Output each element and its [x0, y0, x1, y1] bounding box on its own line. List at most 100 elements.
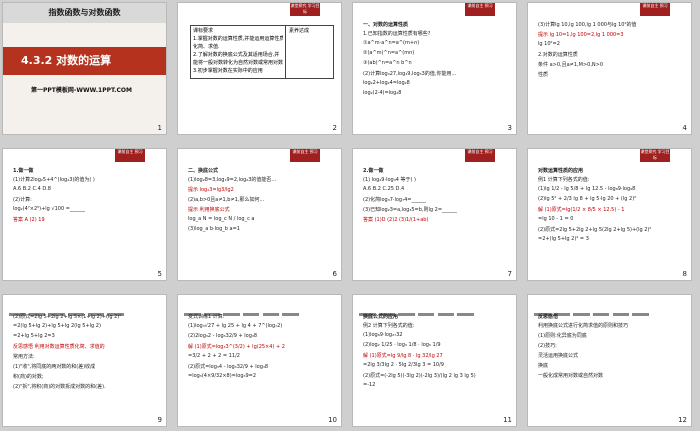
- slide-text-line: 2.对数的运算性质: [538, 52, 578, 58]
- slide-text-line: (2)计算:: [13, 197, 32, 203]
- slide-section-badge: 课前自主 预习: [640, 3, 670, 16]
- slide-number: 2: [332, 124, 337, 132]
- slide-text-line: 例2 计算下列各式的值:: [363, 323, 415, 329]
- slide-text-line: 利用换底公式进行化简求值的原则和技巧: [538, 323, 629, 329]
- slide-text-line: (2)"拆",将积(商)的对数拆成对数的和(差).: [13, 384, 106, 390]
- slide-text-line: 积(商)的对数;: [13, 374, 44, 380]
- slide-thumbnail-12[interactable]: 反思感悟利用换底公式进行化简求值的原则和技巧 (1)原则:化异底为同底 (2)技巧:…: [527, 294, 692, 427]
- slide-number: 4: [682, 124, 687, 132]
- slide-text-line: 1.已知指数的运算性质有哪些?: [363, 31, 431, 37]
- slide-nav-tabs: [359, 301, 510, 316]
- slide-section-badge: 课前自主 预习: [290, 149, 320, 162]
- slide-text-line: 灵活运用换底公式: [538, 353, 579, 359]
- slide-thumbnail-8[interactable]: 课堂探究 学习目标对数运算性质的应用 例1 计算下列各式的值: (1)lg 1/2 …: [527, 148, 692, 281]
- slide-text-line: 提示 log₂3=lg3/lg2: [188, 187, 234, 193]
- slide-number: 6: [332, 270, 337, 278]
- slide-text-line: (2)2log₃2 - log₃32/9 + log₃8: [188, 333, 258, 339]
- slide-section-badge: 课前自主 预习: [115, 149, 145, 162]
- slide-text-line: =-12: [363, 382, 376, 388]
- slide-text-line: 答案 A (2) 19: [13, 217, 45, 223]
- slide-text-line: =2+lg 5+lg 2=3: [13, 333, 55, 339]
- slide-text-line: ③(ab)^n=a^n b^n: [363, 60, 412, 66]
- slide-text-line: 解 (1)原式=lg 9/lg 8 · lg 32/lg 27: [363, 353, 443, 359]
- slide-text-line: (1)lg 1/2 - lg 5/8 + lg 12.5 - log₈9·log…: [538, 186, 636, 192]
- slide-number: 5: [157, 270, 162, 278]
- slide-text-line: A.6 B.2 C.25 D.4: [363, 186, 405, 192]
- slide-text-line: (2)原式=2lg 5+2lg 2+lg 5(2lg 2+lg 5)+(lg 2…: [538, 227, 652, 233]
- slide-thumbnail-1[interactable]: 指数函数与对数函数 4.3.2 对数的运算第一PPT模板网-WWW.1PPT.CO…: [2, 2, 167, 135]
- slide-text-line: (2)log₂ 1/25 · log₃ 1/8 · log₅ 1/9: [363, 342, 441, 348]
- slide-thumbnail-4[interactable]: 课前自主 预习 (3)计算lg 10,lg 100,lg 1 000与lg 10²…: [527, 2, 692, 135]
- slide-thumbnail-3[interactable]: 课前自主 预习 一、对数的运算性质 1.已知指数的运算性质有哪些? ①a^m·a^n=…: [352, 2, 517, 135]
- slide-text-line: =log₃(4×9/32×8)=log₃9=2: [188, 373, 257, 379]
- slide-text-line: (2)a,b>0且a≠1,b≠1,那么如何...: [188, 197, 265, 203]
- slide-text-line: 提示 利用换底公式: [188, 207, 230, 213]
- slide-thumbnail-9[interactable]: (2)原式=2lg 5+2lg 2+lg 5×(1+lg 2)+(lg 2)² =…: [2, 294, 167, 427]
- slide-header-title: 指数函数与对数函数: [3, 3, 166, 23]
- slide-text-line: =lg 10 - 1 = 0: [538, 216, 574, 222]
- slide-text-line: A.6 B.2 C.4 D.8: [13, 186, 51, 192]
- slide-heading: 二、换底公式: [188, 168, 219, 174]
- slide-text-line: 答案 (1)D (2)2 (3)1/(1+ab): [363, 217, 429, 223]
- slide-text-line: log₂2+log₂4=log₂8: [363, 80, 410, 86]
- slide-text-line: log₂(2·4)=log₂8: [363, 90, 402, 96]
- slide-text-line: 例1 计算下列各式的值:: [538, 177, 590, 183]
- slide-thumbnail-10[interactable]: 变式训练1 计算: (1)log₃√27 + lg 25 + lg 4 + 7^(…: [177, 294, 342, 427]
- slide-text-line: (2)原式=log₃4 - log₃32/9 + log₃8: [188, 364, 269, 370]
- slide-heading: 1.做一做: [13, 168, 34, 174]
- slide-nav-tabs: [534, 301, 685, 316]
- slide-text-line: log₂(4⁷×2⁵)+lg √100 =______: [13, 206, 85, 212]
- slide-text-line: (1)log₈9·log₂₇32: [363, 332, 403, 338]
- slide-text-line: 常用方法:: [13, 354, 35, 360]
- slide-text-line: 变式训练1 计算:: [188, 314, 225, 320]
- slide-text-line: 性质: [538, 72, 549, 78]
- slide-text-line: (2)计算log₃27,log₃9,log₃3的值,你能用...: [363, 71, 457, 77]
- slide-nav-tabs: [184, 301, 335, 316]
- slide-text-line: 解 (1)原式=log₃3^(3/2) + lg(25×4) + 2: [188, 344, 285, 350]
- slide-number: 7: [507, 270, 512, 278]
- slide-title-band: 4.3.2 对数的运算: [3, 47, 166, 75]
- slide-text-line: (2)原式=2lg 5+2lg 2+lg 5×(1+lg 2)+(lg 2)²: [13, 314, 122, 320]
- slide-heading: 反思感悟: [538, 314, 559, 320]
- slide-text-line: 解 (1)原式=lg(1/2 × 8/5 × 12.5) - 1: [538, 207, 625, 213]
- slide-text-line: 反思感悟 利用对数运算性质化简、求值的: [13, 344, 105, 350]
- slide-number: 12: [678, 416, 687, 424]
- slide-thumbnail-2[interactable]: 课堂探究 学习目标 课标要求 素养达成 1.掌握对数的运算性质,并能运用运算性质 化简、…: [177, 2, 342, 135]
- slide-number: 11: [503, 416, 512, 424]
- slide-text-line: 条件 a>0,且a≠1,M>0,N>0: [538, 62, 604, 68]
- slide-footer: 第一PPT模板网-WWW.1PPT.COM: [31, 87, 132, 94]
- slide-thumbnail-11[interactable]: 换底公式的应用例2 计算下列各式的值: (1)log₈9·log₂₇32 (2)lo…: [352, 294, 517, 427]
- slide-section-badge: 课堂探究 学习目标: [640, 149, 670, 162]
- slide-thumbnail-6[interactable]: 课前自主 预习 二、换底公式 (1)log₂8=3,log₃9=2,log₂3的值能…: [177, 148, 342, 281]
- slide-text-line: 一般化成常用对数或自然对数: [538, 373, 604, 379]
- slide-text-line: lg 10²=2: [538, 41, 560, 47]
- slide-heading: 2.做一做: [363, 168, 384, 174]
- slide-thumbnail-5[interactable]: 课前自主 预习 1.做一做 (1)计算2log₂5+4^(log₂3)的值为( ) A…: [2, 148, 167, 281]
- slide-section-badge: 课前自主 预习: [465, 3, 495, 16]
- slide-text-line: (3)已知log₂3=a,log₃5=b,则lg 2=______: [363, 207, 458, 213]
- slide-heading: 对数运算性质的应用: [538, 168, 584, 174]
- slide-text-line: (1)原则:化异底为同底: [538, 333, 587, 339]
- slide-thumbnail-7[interactable]: 课前自主 预习 2.做一做 (1) log₂9·log₃4 等于( ) A.6 B.2…: [352, 148, 517, 281]
- slide-text-line: (2)原式=(-2lg 5)(-3lg 2)(-2lg 3)/(lg 2 lg …: [363, 373, 476, 379]
- slide-text-line: (2)技巧:: [538, 343, 557, 349]
- slide-text-line: =2(lg 5+lg 2)+lg 5+lg 2(lg 5+lg 2): [13, 323, 101, 329]
- slide-text-line: =2lg 3/3lg 2 · 5lg 2/3lg 3 = 10/9: [363, 362, 444, 368]
- slide-text-line: (1)"收",将同底的两对数的和(差)收成: [13, 364, 96, 370]
- slide-number: 8: [682, 270, 687, 278]
- slide-thumbnail-grid: 指数函数与对数函数 4.3.2 对数的运算第一PPT模板网-WWW.1PPT.CO…: [2, 2, 698, 429]
- slide-heading: 一、对数的运算性质: [363, 22, 409, 28]
- slide-text-line: =3/2 + 2 + 2 = 11/2: [188, 353, 240, 359]
- slide-text-line: =2+(lg 5+lg 2)² = 3: [538, 236, 589, 242]
- slide-text-line: (1)计算2log₂5+4^(log₂3)的值为( ): [13, 177, 95, 183]
- slide-text-line: (3)计算lg 10,lg 100,lg 1 000与lg 10²的值: [538, 22, 637, 28]
- slide-text-line: (1) log₂9·log₃4 等于( ): [363, 177, 416, 183]
- slide-heading: 换底公式的应用: [363, 314, 399, 320]
- slide-text-line: ②(a^m)^n=a^(mn): [363, 50, 415, 56]
- slide-text-line: (1)log₃√27 + lg 25 + lg 4 + 7^(log₇2): [188, 323, 283, 329]
- slide-section-badge: 课前自主 预习: [465, 149, 495, 162]
- slide-number: 3: [507, 124, 512, 132]
- slide-text-line: 换底: [538, 363, 549, 369]
- slide-text-line: (2)化简log₃7·log₇4=______: [363, 197, 427, 203]
- slide-number: 9: [157, 416, 162, 424]
